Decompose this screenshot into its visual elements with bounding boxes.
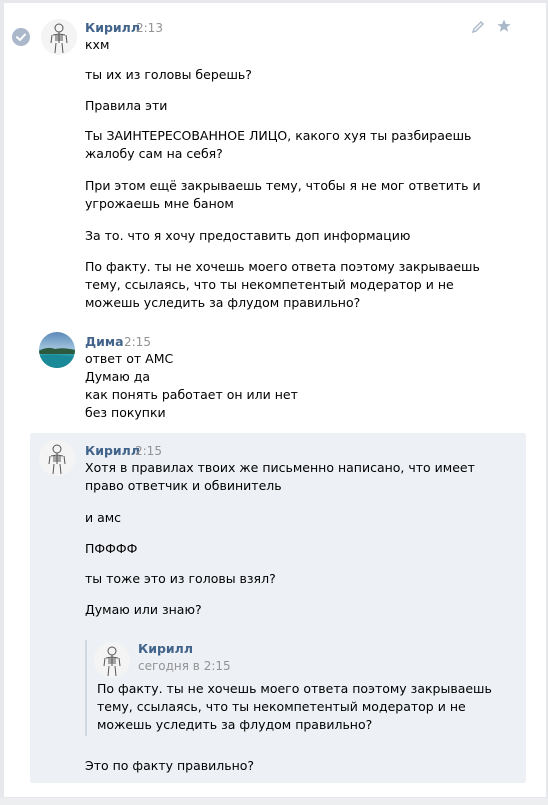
message-text: ты тоже это из головы взял? [85, 571, 276, 586]
message-text: Ты ЗАИНТЕРЕСОВАННОЕ ЛИЦО, какого хуя ты … [85, 128, 472, 143]
avatar[interactable] [41, 19, 77, 55]
message-text: тему, ссылаясь, что ты некомпетентый мод… [85, 277, 454, 292]
message-text: ПФФФФ [85, 541, 138, 556]
message-time[interactable]: 2:13 [136, 21, 163, 35]
avatar[interactable] [94, 642, 130, 678]
message-text: жалобу сам на себя? [85, 146, 223, 161]
message-text: ответ от АМС [85, 351, 174, 366]
message-author[interactable]: Дима [85, 334, 124, 349]
message-text: По факту. ты не хочешь моего ответа поэт… [85, 259, 480, 274]
selected-check-icon[interactable] [12, 28, 30, 46]
message-history: Кирилл 2:13 кхм ты их из головы берешь? … [0, 0, 548, 805]
message-text: кхм [85, 37, 110, 52]
bottom-bar [0, 797, 548, 805]
message-text: Это по факту правильно? [85, 758, 255, 773]
message-time[interactable]: 2:15 [124, 335, 151, 349]
message-text: Думаю или знаю? [85, 602, 202, 617]
forwarded-time[interactable]: сегодня в 2:15 [138, 659, 231, 673]
message-text: При этом ещё закрываешь тему, чтобы я не… [85, 178, 481, 193]
forwarded-text: тему, ссылаясь, что ты некомпетентый мод… [97, 699, 466, 714]
message-text: Правила эти [85, 98, 168, 113]
left-border [0, 0, 4, 805]
star-icon[interactable] [496, 18, 512, 34]
message-text: как понять работает он или нет [85, 387, 298, 402]
forwarded-text: можешь уследить за флудом правильно? [97, 717, 373, 732]
message-text: Хотя в правилах твоих же письменно напис… [85, 460, 475, 475]
message-text: и амс [85, 510, 122, 525]
message-text: без покупки [85, 405, 166, 420]
forwarded-text: По факту. ты не хочешь моего ответа поэт… [97, 681, 492, 696]
message-text: можешь уследить за флудом правильно? [85, 295, 361, 310]
top-border [0, 0, 548, 3]
message-author[interactable]: Кирилл [85, 443, 140, 458]
message-text: право ответчик и обвинитель [85, 478, 282, 493]
message-text: ты их из головы берешь? [85, 67, 252, 82]
message-text: угрожаешь мне баном [85, 196, 234, 211]
avatar[interactable] [39, 332, 75, 368]
message-text: За то. что я хочу предоставить доп инфор… [85, 228, 411, 243]
message-author[interactable]: Кирилл [85, 20, 140, 35]
avatar[interactable] [39, 440, 75, 476]
message-text: Думаю да [85, 369, 151, 384]
forwarded-author[interactable]: Кирилл [138, 641, 193, 656]
pencil-icon[interactable] [471, 20, 485, 34]
forwarded-bar [85, 640, 87, 736]
message-time[interactable]: 2:15 [135, 444, 162, 458]
